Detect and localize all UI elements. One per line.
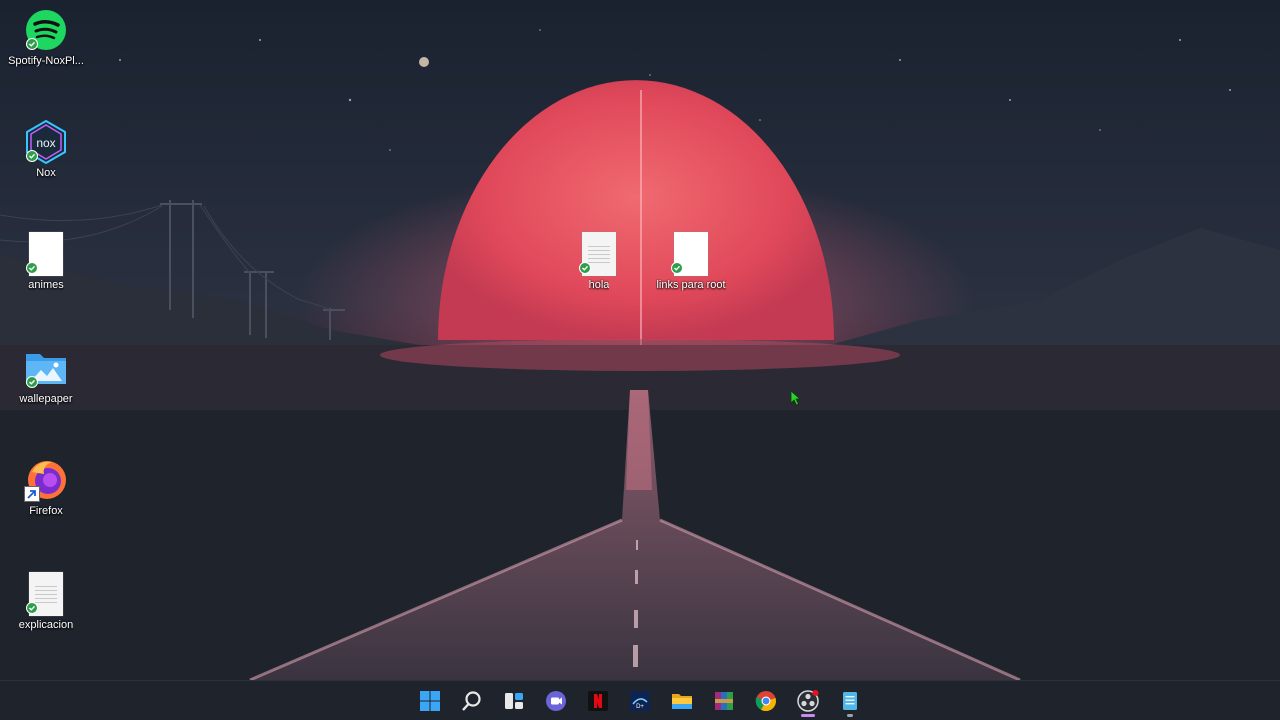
folder-icon (24, 346, 68, 390)
netflix-button[interactable] (582, 685, 614, 717)
mouse-cursor-icon (790, 390, 802, 406)
winrar-icon (715, 692, 733, 710)
windows-logo-icon (420, 691, 440, 711)
text-document-icon (577, 232, 621, 276)
desktop-icon-label: Nox (36, 167, 56, 179)
search-icon (462, 691, 481, 711)
blank-document-icon (669, 232, 713, 276)
desktop-icon-animes[interactable]: animes (4, 232, 88, 291)
notepad-button[interactable] (834, 685, 866, 717)
text-document-icon (24, 572, 68, 616)
desktop-icon-label: animes (28, 279, 64, 291)
search-button[interactable] (456, 685, 488, 717)
file-explorer-button[interactable] (666, 685, 698, 717)
desktop-wallpaper (0, 0, 1280, 680)
sync-check-icon (26, 602, 38, 614)
sync-check-icon (26, 376, 38, 388)
desktop-icon-explicacion[interactable]: explicacion (4, 572, 88, 631)
desktop-icon-wallepaper[interactable]: wallepaper (4, 346, 88, 405)
desktop-icon-label: Firefox (29, 505, 63, 517)
blank-document-icon (24, 232, 68, 276)
desktop-icon-label: Spotify-NoxPl... (8, 55, 84, 67)
running-app-indicator (847, 714, 853, 717)
spotify-icon (24, 8, 68, 52)
desktop-icon-firefox[interactable]: Firefox (4, 458, 88, 517)
obs-button[interactable] (792, 685, 824, 717)
task-view-icon (505, 693, 523, 709)
svg-text:nox: nox (36, 136, 55, 150)
desktop-icon-label: links para root (656, 279, 726, 291)
desktop-icon-links-para-root[interactable]: links para root (649, 232, 733, 291)
active-app-indicator (801, 714, 815, 717)
winrar-button[interactable] (708, 685, 740, 717)
obs-icon (797, 690, 819, 712)
desktop-icon-label: hola (588, 279, 610, 291)
taskbar: D+ (0, 680, 1280, 720)
disney-plus-icon: D+ (630, 691, 650, 711)
folder-icon (672, 694, 692, 709)
start-button[interactable] (414, 685, 446, 717)
sync-check-icon (26, 262, 38, 274)
chat-icon (546, 691, 566, 711)
sync-check-icon (671, 262, 683, 274)
sync-check-icon (26, 38, 38, 50)
notepad-icon (843, 692, 857, 710)
desktop-icon-spotify[interactable]: Spotify-NoxPl... (4, 8, 88, 67)
svg-text:D+: D+ (636, 704, 644, 710)
shortcut-arrow-icon (24, 486, 40, 502)
sync-check-icon (26, 150, 38, 162)
desktop-icon-nox[interactable]: nox Nox (4, 120, 88, 179)
desktop-icon-label: wallepaper (19, 393, 73, 405)
nox-icon: nox (24, 120, 68, 164)
sync-check-icon (579, 262, 591, 274)
desktop-icon-hola[interactable]: hola (557, 232, 641, 291)
disney-plus-button[interactable]: D+ (624, 685, 656, 717)
desktop-icon-label: explicacion (18, 619, 74, 631)
chrome-icon (755, 691, 776, 712)
chrome-button[interactable] (750, 685, 782, 717)
firefox-icon (24, 458, 68, 502)
netflix-icon (588, 691, 608, 711)
task-view-button[interactable] (498, 685, 530, 717)
teams-chat-button[interactable] (540, 685, 572, 717)
